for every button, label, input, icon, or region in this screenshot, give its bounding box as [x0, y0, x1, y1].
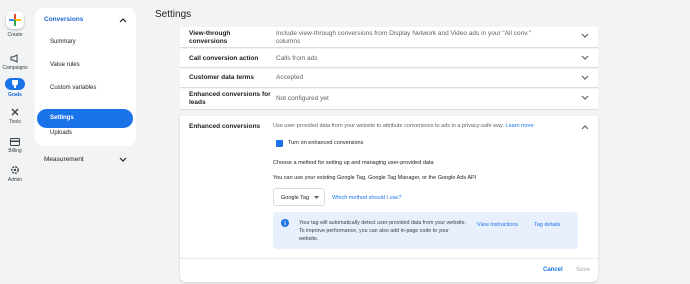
- page-title: Settings: [155, 9, 192, 20]
- conversions-sidebar: Conversions Summary Value rules Custom v…: [35, 8, 136, 146]
- chevron-down-icon[interactable]: [581, 75, 589, 81]
- sidebar-item-settings-label: Settings: [50, 115, 74, 121]
- campaigns-label: Campaigns: [2, 65, 28, 71]
- caret-down-icon: [314, 196, 319, 199]
- chevron-down-icon[interactable]: [581, 95, 589, 101]
- sidebar-item-custom-variables[interactable]: Custom variables: [50, 85, 96, 91]
- enhanced-conversions-checkbox[interactable]: [276, 140, 283, 152]
- setting-value: Include view-through conversions from Di…: [276, 30, 532, 45]
- nav-rail: Create Campaigns Goals Tools Billing Adm…: [0, 0, 30, 284]
- dropdown-value: Google Tag: [281, 195, 310, 201]
- setting-value: Not configured yet: [276, 95, 329, 102]
- view-instructions-link[interactable]: View instructions: [477, 222, 518, 228]
- chevron-up-icon[interactable]: [581, 124, 589, 130]
- sidebar-item-summary[interactable]: Summary: [50, 39, 76, 45]
- divider: [180, 258, 598, 259]
- admin-label: Admin: [7, 177, 23, 183]
- info-icon: [281, 219, 289, 227]
- method-dropdown[interactable]: Google Tag: [273, 188, 325, 206]
- setting-row-call-conversion[interactable]: Call conversion action Calls from ads: [180, 49, 598, 68]
- chevron-down-icon[interactable]: [581, 55, 589, 61]
- setting-label: View-through conversions: [189, 30, 231, 45]
- setting-row-view-through[interactable]: View-through conversions Include view-th…: [180, 27, 598, 48]
- campaigns-nav[interactable]: Campaigns: [0, 54, 30, 71]
- tools-icon: [11, 108, 19, 116]
- conversions-section-header[interactable]: Conversions: [44, 16, 83, 23]
- which-method-link[interactable]: Which method should I use?: [332, 195, 401, 201]
- billing-label: Billing: [8, 148, 22, 154]
- method-text: Choose a method for setting up and manag…: [273, 160, 434, 166]
- goals-nav[interactable]: Goals: [0, 78, 30, 98]
- check-icon: [276, 147, 283, 152]
- admin-nav[interactable]: Admin: [0, 165, 30, 183]
- sidebar-item-uploads[interactable]: Uploads: [50, 130, 72, 136]
- setting-row-customer-data-terms[interactable]: Customer data terms Accepted: [180, 69, 598, 88]
- tools-nav[interactable]: Tools: [0, 107, 30, 125]
- setting-value: Calls from ads: [276, 55, 318, 62]
- tools-label: Tools: [9, 119, 21, 125]
- setting-label: Call conversion action: [189, 55, 259, 62]
- sidebar-item-value-rules[interactable]: Value rules: [50, 62, 80, 68]
- info-text: Your tag will automatically detect user-…: [299, 220, 467, 242]
- api-text: You can use your existing Google Tag, Go…: [273, 175, 477, 181]
- info-banner: Your tag will automatically detect user-…: [273, 212, 578, 249]
- gear-icon: [11, 166, 19, 174]
- enhanced-description: Use user-provided data from your website…: [273, 123, 534, 129]
- goals-label: Goals: [8, 92, 22, 98]
- plus-icon: [6, 11, 24, 29]
- setting-value: Accepted: [276, 74, 304, 81]
- trophy-icon: [5, 78, 25, 90]
- enhanced-conversions-panel: Enhanced conversions Use user-provided d…: [180, 116, 598, 282]
- cancel-button[interactable]: Cancel: [543, 267, 563, 273]
- learn-more-link[interactable]: Learn more: [506, 123, 534, 129]
- billing-nav[interactable]: Billing: [0, 138, 30, 154]
- setting-label: Customer data terms: [189, 74, 255, 81]
- setting-label: Enhanced conversions for leads: [189, 91, 271, 106]
- megaphone-icon: [10, 54, 18, 63]
- tag-details-link[interactable]: Tag details: [534, 222, 560, 228]
- checkbox-label: Turn on enhanced conversions: [288, 140, 364, 146]
- chevron-down-icon[interactable]: [581, 33, 589, 39]
- create-label: Create: [7, 32, 23, 38]
- sidebar-item-settings[interactable]: Settings: [37, 109, 133, 128]
- chevron-down-icon[interactable]: [119, 157, 127, 163]
- chevron-up-icon[interactable]: [119, 17, 127, 23]
- create-button[interactable]: Create: [0, 11, 30, 38]
- credit-card-icon: [10, 138, 20, 146]
- setting-label: Enhanced conversions: [189, 123, 261, 130]
- measurement-section-header[interactable]: Measurement: [44, 156, 84, 163]
- save-button[interactable]: Save: [576, 267, 590, 273]
- setting-row-enhanced-leads[interactable]: Enhanced conversions for leads Not confi…: [180, 89, 598, 110]
